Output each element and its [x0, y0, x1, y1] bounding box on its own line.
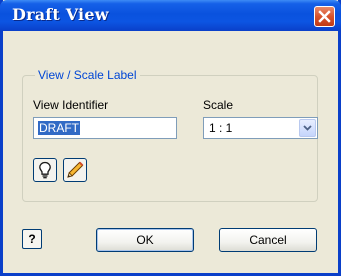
ok-button[interactable]: OK: [96, 228, 194, 252]
help-button[interactable]: ?: [22, 229, 42, 249]
edit-button[interactable]: [63, 158, 87, 182]
scale-value: 1 : 1: [209, 121, 233, 135]
lightbulb-button[interactable]: [33, 158, 57, 182]
view-identifier-value: DRAFT: [38, 121, 80, 135]
view-identifier-label: View Identifier: [33, 98, 109, 112]
help-icon: ?: [28, 232, 36, 246]
dropdown-arrow-button[interactable]: [299, 119, 316, 137]
cancel-button[interactable]: Cancel: [219, 228, 317, 252]
close-button[interactable]: [314, 6, 335, 27]
lightbulb-icon: [39, 161, 51, 179]
group-label: View / Scale Label: [35, 67, 140, 83]
chevron-down-icon: [303, 125, 312, 131]
title-bar[interactable]: Draft View: [0, 0, 341, 31]
window-title: Draft View: [12, 5, 109, 24]
view-identifier-input[interactable]: DRAFT: [33, 117, 177, 139]
close-icon: [318, 10, 331, 23]
scale-label: Scale: [203, 98, 234, 112]
pencil-icon: [67, 161, 84, 178]
scale-select[interactable]: 1 : 1: [203, 117, 318, 139]
